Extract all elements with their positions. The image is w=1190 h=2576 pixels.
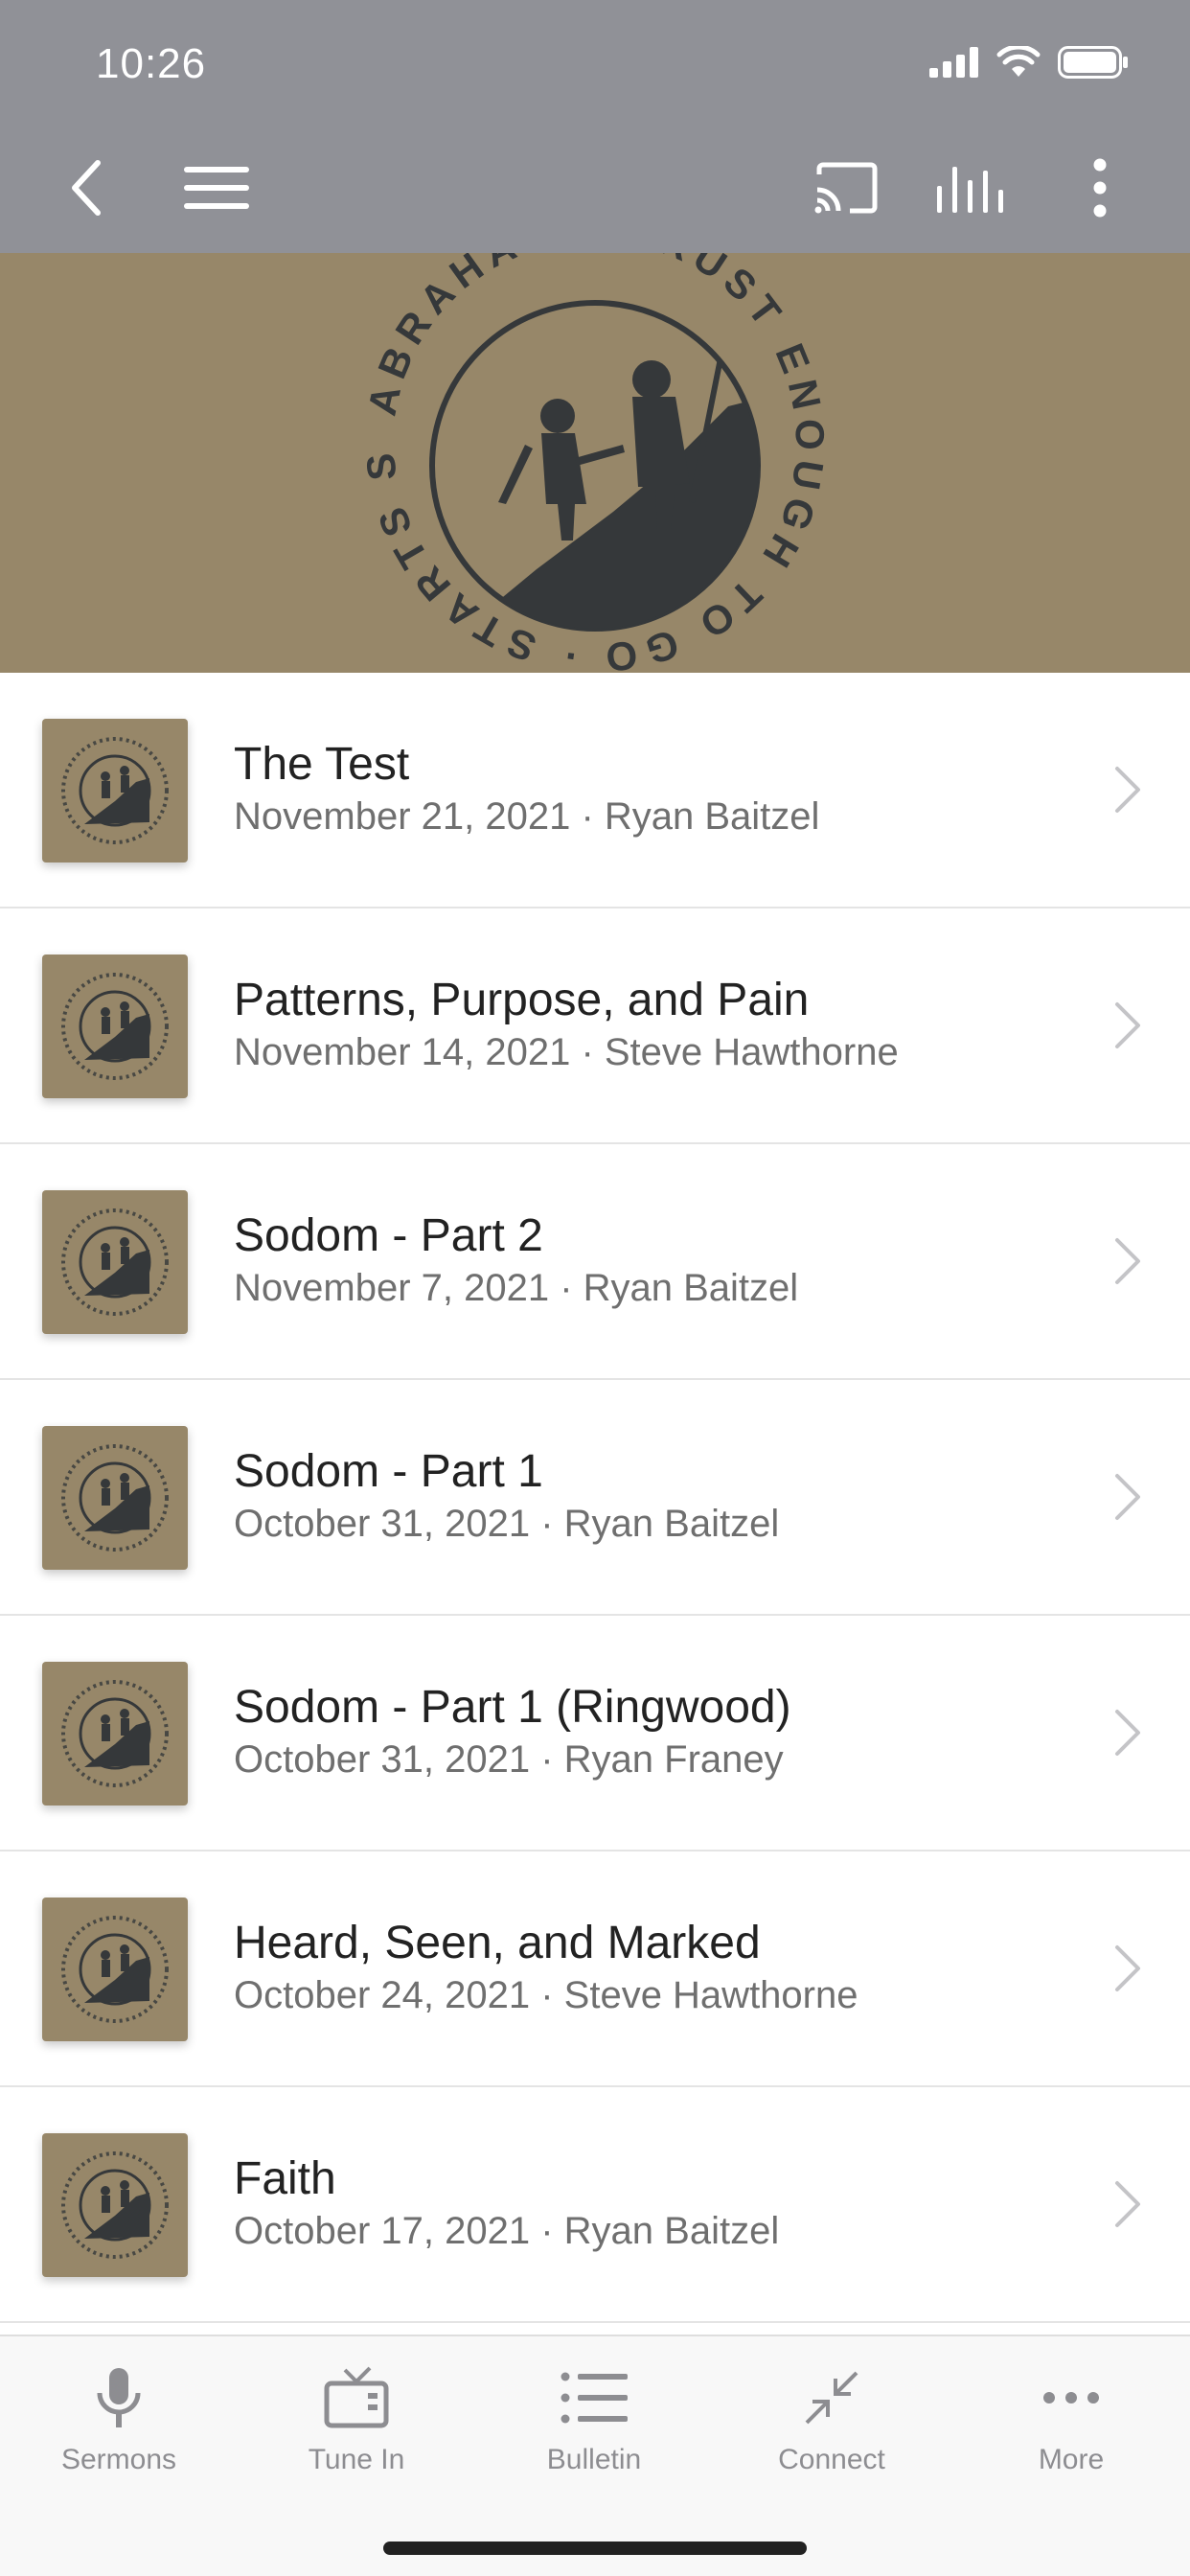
home-indicator [383,2542,807,2555]
tab-more[interactable]: More [952,2336,1190,2499]
tab-label: Tune In [308,2444,405,2475]
sermon-thumbnail [42,1190,188,1334]
sermon-row[interactable]: Sodom - Part 1 October 31, 2021 · Ryan Ba… [0,1380,1190,1616]
sermon-subtitle: October 17, 2021 · Ryan Baitzel [234,2210,780,2252]
sermon-thumbnail [42,1426,188,1570]
sermon-thumbnail [42,719,188,862]
hamburger-icon [184,167,249,209]
sermon-title: Heard, Seen, and Marked [234,1918,761,1968]
row-chevron [1113,1000,1142,1055]
more-options-button[interactable] [1079,153,1121,222]
sermon-row[interactable]: Patterns, Purpose, and Pain November 14, … [0,908,1190,1144]
sermon-artwork-icon [61,2151,169,2259]
tab-bar: Sermons Tune In Bulletin Connect More [0,2334,1190,2576]
row-chevron [1113,1708,1142,1762]
sermon-thumbnail [42,1662,188,1806]
equalizer-icon [937,167,1003,213]
connect-arrows-icon [805,2371,858,2425]
sermon-artwork-icon [61,1208,169,1316]
status-icons [929,46,1129,79]
audio-button[interactable] [935,153,1006,222]
menu-button[interactable] [178,153,255,222]
list-icon [561,2372,628,2424]
cast-button[interactable] [811,153,881,222]
signal-icon [929,47,978,78]
tab-label: Connect [778,2444,885,2475]
row-chevron [1113,1944,1142,1998]
battery-icon [1058,46,1128,79]
chevron-right-icon [1115,1710,1140,1756]
sermon-row[interactable]: Heard, Seen, and Marked October 24, 2021 … [0,1852,1190,2087]
more-dots-icon [1043,2392,1099,2404]
sermon-row[interactable]: Sodom - Part 1 (Ringwood) October 31, 202… [0,1616,1190,1852]
tab-label: Sermons [60,2444,177,2475]
chevron-left-icon [72,160,101,216]
sermon-subtitle: October 31, 2021 · Ryan Baitzel [234,1503,780,1545]
row-chevron [1113,1236,1142,1291]
series-logo: ABRAHAM · TRUST ENOUGH TO GO · STARTS SE… [0,253,825,673]
sermon-subtitle: October 24, 2021 · Steve Hawthorne [234,1974,858,2016]
sermon-artwork-icon [61,1444,169,1552]
sermon-subtitle: November 14, 2021 · Steve Hawthorne [234,1031,899,1073]
tab-bulletin[interactable]: Bulletin [475,2336,713,2499]
chevron-right-icon [1115,1945,1140,1991]
sermon-title: Sodom - Part 1 (Ringwood) [234,1682,791,1733]
status-time: 10:26 [96,40,207,87]
sermon-title: Patterns, Purpose, and Pain [234,975,810,1025]
wifi-icon [996,46,1041,77]
tab-connect[interactable]: Connect [713,2336,950,2499]
tab-label: More [1038,2444,1105,2475]
sermon-list: The Test November 21, 2021 · Ryan Baitzel… [0,673,1190,2323]
sermon-subtitle: November 21, 2021 · Ryan Baitzel [234,795,820,838]
sermon-subtitle: November 7, 2021 · Ryan Baitzel [234,1267,799,1309]
sermon-row[interactable]: The Test November 21, 2021 · Ryan Baitzel [0,673,1190,908]
tv-icon [324,2366,389,2428]
tab-sermons[interactable]: Sermons [0,2336,238,2499]
sermon-artwork-icon [61,973,169,1080]
chevron-right-icon [1115,767,1140,813]
sermon-title: The Test [234,739,410,790]
back-button[interactable] [57,153,115,222]
sermon-title: Sodom - Part 1 [234,1446,543,1497]
kebab-icon [1093,158,1107,218]
chevron-right-icon [1115,2181,1140,2227]
sermon-artwork-icon [61,1916,169,2023]
sermon-artwork-icon [61,737,169,844]
sermon-title: Faith [234,2153,336,2204]
top-bar: 10:26 [0,0,1190,253]
sermon-thumbnail [42,2133,188,2277]
sermon-thumbnail [42,954,188,1098]
series-banner: ABRAHAM · TRUST ENOUGH TO GO · STARTS SE… [0,253,1190,673]
microphone-icon [97,2368,141,2427]
chevron-right-icon [1115,1474,1140,1520]
sermon-subtitle: October 31, 2021 · Ryan Franey [234,1738,784,1781]
row-chevron [1113,2179,1142,2234]
cast-icon [814,162,878,214]
sermon-row[interactable]: Sodom - Part 2 November 7, 2021 · Ryan Ba… [0,1144,1190,1380]
sermon-thumbnail [42,1898,188,2041]
sermon-artwork-icon [61,1680,169,1787]
chevron-right-icon [1115,1238,1140,1284]
row-chevron [1113,1472,1142,1527]
chevron-right-icon [1115,1002,1140,1048]
tab-label: Bulletin [546,2444,642,2475]
row-chevron [1113,765,1142,819]
sermon-title: Sodom - Part 2 [234,1210,543,1261]
sermon-row[interactable]: Faith October 17, 2021 · Ryan Baitzel [0,2087,1190,2323]
tab-tune-in[interactable]: Tune In [238,2336,475,2499]
